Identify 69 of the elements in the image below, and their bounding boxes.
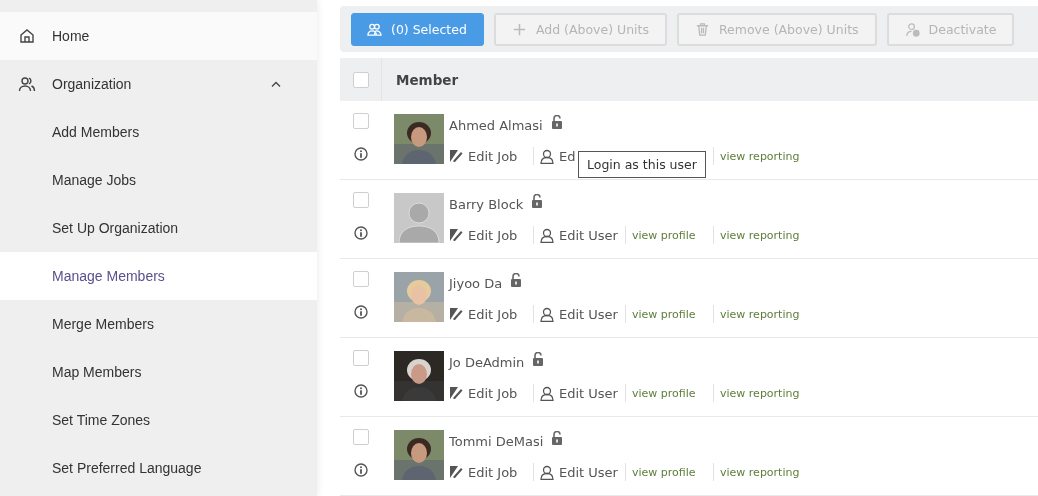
checkbox[interactable] — [352, 429, 369, 445]
info-icon[interactable] — [353, 305, 368, 319]
action-link[interactable]: Edit User — [533, 305, 625, 323]
pencil-icon — [449, 386, 463, 400]
link[interactable]: view profile — [625, 305, 713, 323]
people-icon — [18, 75, 36, 93]
checkbox[interactable] — [352, 271, 369, 287]
people-icon — [367, 21, 382, 37]
checkbox[interactable] — [352, 71, 369, 88]
sidebar-item[interactable]: Organization — [0, 60, 317, 108]
member-name: Ahmed Almasi — [449, 117, 543, 133]
user-icon — [540, 306, 554, 322]
sidebar-item[interactable]: Set Up Organization — [0, 204, 317, 252]
link[interactable]: view reporting — [713, 463, 800, 481]
home-icon — [18, 27, 36, 45]
user-icon — [540, 227, 554, 243]
member-name: Barry Block — [449, 196, 524, 212]
link[interactable]: view reporting — [713, 384, 800, 402]
user-remove-icon — [904, 21, 920, 37]
sidebar-item[interactable]: Set Preferred Language — [0, 444, 317, 492]
member-name: Jiyoo Da — [449, 275, 503, 291]
checkbox[interactable] — [352, 192, 369, 208]
pencil-icon — [449, 228, 463, 242]
pencil-icon — [449, 149, 463, 163]
trash-icon — [694, 21, 710, 37]
chevron-up-icon — [271, 81, 281, 87]
member-name: Jo DeAdmin — [449, 354, 525, 370]
link[interactable]: view reporting — [713, 305, 800, 323]
plus-icon — [511, 21, 527, 37]
sidebar-item[interactable]: Manage Jobs — [0, 156, 317, 204]
tooltip: Login as this user — [578, 151, 706, 178]
action-link[interactable]: Edit User — [533, 384, 625, 402]
checkbox[interactable] — [352, 113, 369, 129]
unlock-icon[interactable] — [550, 115, 563, 129]
link[interactable]: view profile — [625, 384, 713, 402]
unlock-icon[interactable] — [532, 352, 545, 366]
avatar-silhouette — [394, 193, 444, 243]
user-icon — [540, 464, 554, 480]
action-link[interactable]: Edit Job — [449, 226, 533, 244]
checkbox[interactable] — [352, 350, 369, 366]
unlock-icon[interactable] — [510, 273, 523, 287]
action-link[interactable]: Edit Job — [449, 305, 533, 323]
info-icon[interactable] — [353, 384, 368, 398]
sidebar-item[interactable]: Add Members — [0, 108, 317, 156]
unlock-icon[interactable] — [531, 194, 544, 208]
info-icon[interactable] — [353, 147, 368, 161]
link[interactable]: view profile — [625, 463, 713, 481]
link[interactable]: view profile — [625, 226, 713, 244]
action-link[interactable]: Edit Job — [449, 384, 533, 402]
user-icon — [540, 148, 554, 164]
member-name: Tommi DeMasi — [449, 433, 544, 449]
sidebar-item[interactable]: Merge Members — [0, 300, 317, 348]
sidebar-item[interactable]: Home — [0, 12, 317, 60]
pencil-icon — [449, 307, 463, 321]
info-icon[interactable] — [353, 463, 368, 477]
column-header: Member — [396, 71, 459, 88]
info-icon[interactable] — [353, 226, 368, 240]
unlock-icon[interactable] — [551, 431, 564, 445]
action-link[interactable]: Edit Job — [449, 463, 533, 481]
action-link[interactable]: Edit User — [533, 226, 625, 244]
pencil-icon — [449, 465, 463, 479]
link[interactable]: view reporting — [713, 147, 800, 165]
sidebar-item[interactable]: Manage Members — [0, 252, 317, 300]
action-link[interactable]: Edit Job — [449, 147, 533, 165]
user-icon — [540, 385, 554, 401]
action-link[interactable]: Edit User — [533, 463, 625, 481]
link[interactable]: view reporting — [713, 226, 800, 244]
sidebar-item[interactable]: Map Members — [0, 348, 317, 396]
sidebar-item[interactable]: Set Time Zones — [0, 396, 317, 444]
